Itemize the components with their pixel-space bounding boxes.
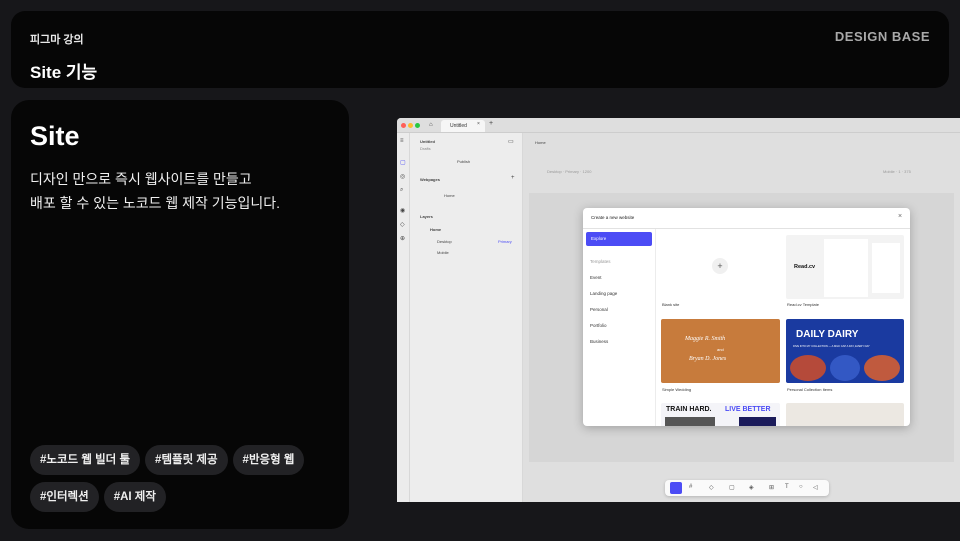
component-tool-icon[interactable]: ○ <box>799 484 803 490</box>
nav-item[interactable]: Personal <box>590 307 608 312</box>
comment-tool-icon[interactable]: ◁ <box>813 484 818 491</box>
tab-close-icon[interactable]: × <box>477 121 480 127</box>
image-tool-icon[interactable]: ◈ <box>749 484 754 491</box>
new-tab-icon[interactable]: + <box>489 120 493 127</box>
close-dot-icon <box>401 123 406 128</box>
browser-titlebar: ⌂ Untitled × + <box>397 118 960 133</box>
tag-chip: #AI 제작 <box>103 482 166 512</box>
move-tool-icon[interactable] <box>670 482 682 494</box>
assets-icon[interactable]: ◎ <box>400 173 405 180</box>
card-title: Site <box>30 121 80 151</box>
webpages-label: Webpages <box>420 177 440 182</box>
nav-item[interactable]: Event <box>590 275 602 280</box>
primary-badge: Primary <box>498 239 512 244</box>
wedding-name-1: Maggie R. Smith <box>685 336 726 342</box>
template-blank[interactable]: + <box>661 235 780 299</box>
info-card: Site 디자인 만으로 즉시 웹사이트를 만들고 배포 할 수 있는 노코드 … <box>11 100 349 529</box>
layer-mobile[interactable]: Mobile <box>437 250 449 255</box>
layer-home[interactable]: Home <box>430 227 441 232</box>
template-blank-label: Blank site <box>662 302 680 307</box>
nav-templates-heading: Templates <box>590 259 611 264</box>
readcv-logo: Read.cv <box>794 264 816 270</box>
dairy-subtitle: DIVE INTO MY COLLECTION — A MILK CAP A D… <box>793 345 870 348</box>
dairy-cap-image <box>790 355 826 381</box>
template-readcv-label: Read.cv Template <box>787 302 819 307</box>
file-icon[interactable]: ▢ <box>400 159 406 166</box>
layers-label: Layers <box>420 214 433 219</box>
wedding-and: and <box>717 347 724 352</box>
train-title-accent: LIVE BETTER <box>725 406 771 413</box>
add-icon: + <box>712 258 728 274</box>
figma-site-screenshot: ⌂ Untitled × + ≡ ▢ ◎ ⌕ ◉ ◇ ⊕ Untitled Dr… <box>397 118 960 502</box>
modal-title: Create a new website <box>591 215 635 220</box>
create-website-modal: Create a new website × Explore Templates… <box>583 208 910 426</box>
template-train[interactable]: TRAIN HARD. LIVE BETTER <box>661 403 780 426</box>
nav-item[interactable]: Business <box>590 339 608 344</box>
train-title: TRAIN HARD. <box>666 406 712 413</box>
dairy-title: DAILY DAIRY <box>796 329 859 340</box>
breakpoint-desktop: Desktop · Primary · 1200 <box>547 169 592 174</box>
train-banner <box>739 417 776 426</box>
bottom-toolbar: # ◇ ▢ ◈ ⊞ T ○ ◁ <box>665 480 829 496</box>
template-readcv[interactable]: Read.cv <box>786 235 904 299</box>
tag-chip: #템플릿 제공 <box>145 445 228 475</box>
header-subtitle: 피그마 강의 <box>30 34 84 46</box>
menu-icon[interactable]: ≡ <box>400 138 404 144</box>
interaction-tool-icon[interactable]: ⊞ <box>769 484 774 491</box>
search-icon[interactable]: ⌕ <box>400 187 403 194</box>
nav-explore[interactable]: Explore <box>586 232 652 246</box>
description-line: 디자인 만으로 즉시 웹사이트를 만들고 <box>30 171 252 187</box>
dairy-cap-image <box>864 355 900 381</box>
header-title: Site 기능 <box>30 63 98 82</box>
file-location: Drafts <box>420 146 431 151</box>
tool-rail: ≡ ▢ ◎ ⌕ ◉ ◇ ⊕ <box>397 133 410 502</box>
breakpoint-mobile: Mobile · 1 · 375 <box>883 169 911 174</box>
page-home[interactable]: Home <box>444 193 455 198</box>
maximize-dot-icon <box>415 123 420 128</box>
minimize-dot-icon <box>408 123 413 128</box>
components-icon[interactable]: ◇ <box>400 221 405 228</box>
train-image <box>665 417 715 426</box>
close-icon[interactable]: × <box>898 213 902 220</box>
publish-link[interactable]: Publish <box>457 159 470 164</box>
readcv-preview-mobile <box>872 243 900 293</box>
template-dairy[interactable]: DAILY DAIRY DIVE INTO MY COLLECTION — A … <box>786 319 904 383</box>
frame-tool-icon[interactable]: # <box>689 484 692 490</box>
pages-icon[interactable]: ◉ <box>400 207 405 214</box>
home-icon: ⌂ <box>429 122 433 128</box>
add-page-icon[interactable]: + <box>511 175 515 181</box>
template-wedding[interactable]: Maggie R. Smith and Bryan D. Jones <box>661 319 780 383</box>
file-name[interactable]: Untitled <box>420 139 435 144</box>
plugins-icon[interactable]: ⊕ <box>400 235 405 242</box>
template-wedding-label: Simple Wedding <box>662 387 692 392</box>
template-dairy-label: Personal Collection Items <box>787 387 833 392</box>
nav-item[interactable]: Landing page <box>590 291 617 296</box>
nav-item[interactable]: Portfolio <box>590 323 607 328</box>
modal-nav: Explore Templates Event Landing page Per… <box>583 229 656 426</box>
tag-chip: #반응형 웹 <box>232 445 305 475</box>
header-bar: 피그마 강의 Site 기능 DESIGN BASE <box>11 11 949 88</box>
tag-chip: #노코드 웹 빌더 툴 <box>30 445 141 475</box>
modal-header: Create a new website × <box>583 208 910 229</box>
canvas-breadcrumb: Home <box>535 140 546 145</box>
shape-tool-icon[interactable]: ▢ <box>729 484 735 491</box>
brand-logo: DESIGN BASE <box>834 29 930 44</box>
readcv-preview-page <box>824 239 868 297</box>
tag-chip: #인터렉션 <box>30 482 99 512</box>
template-blog[interactable] <box>786 403 904 426</box>
tag-list: #노코드 웹 빌더 툴 #템플릿 제공 #반응형 웹 #인터렉션 #AI 제작 <box>30 445 340 519</box>
panel-toggle-icon[interactable]: ▭ <box>508 138 514 145</box>
wedding-name-2: Bryan D. Jones <box>689 356 727 362</box>
text-tool-icon[interactable]: T <box>785 484 789 490</box>
layer-desktop[interactable]: Desktop <box>437 239 452 244</box>
left-panel: Untitled Drafts ▭ Publish Webpages + Hom… <box>410 133 523 502</box>
pen-tool-icon[interactable]: ◇ <box>709 484 714 491</box>
dairy-cap-image <box>830 355 860 381</box>
card-description: 디자인 만으로 즉시 웹사이트를 만들고 배포 할 수 있는 노코드 웹 제작 … <box>30 167 280 215</box>
description-line: 배포 할 수 있는 노코드 웹 제작 기능입니다. <box>30 195 281 211</box>
